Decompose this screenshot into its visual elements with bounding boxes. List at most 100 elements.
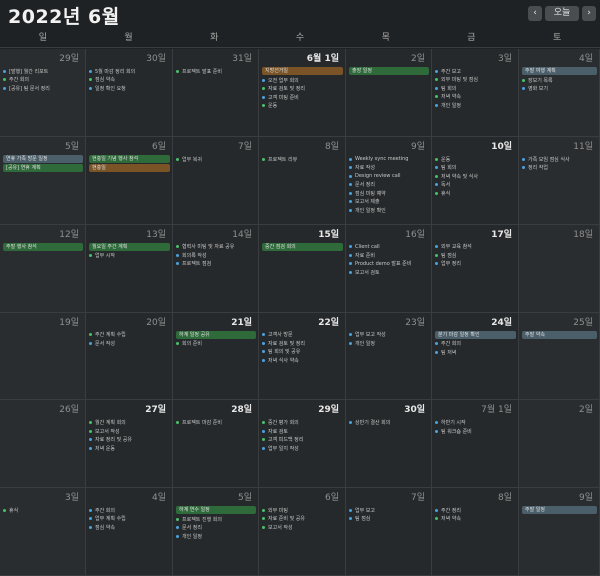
day-cell[interactable]: 15일 중간 점검 회의: [259, 224, 346, 313]
calendar-event[interactable]: 저녁 약속: [435, 515, 516, 524]
calendar-event[interactable]: 주간 회의: [3, 76, 83, 85]
calendar-event[interactable]: 점심 미팅 예약: [349, 189, 429, 198]
day-cell[interactable]: 8일 주간 정리 저녁 약속: [432, 488, 519, 576]
calendar-event[interactable]: 점심 약속: [89, 523, 170, 532]
day-cell[interactable]: 11일 가족 모임 점심 식사 정리 작업: [519, 136, 600, 225]
calendar-event[interactable]: 저녁 운동: [89, 444, 170, 453]
day-cell[interactable]: 8일 프로젝트 리뷰: [259, 136, 346, 225]
calendar-event[interactable]: 월간 계획 회의: [89, 418, 170, 427]
calendar-event[interactable]: 문서 작성: [89, 339, 170, 348]
calendar-event[interactable]: 휴식: [435, 189, 516, 198]
day-cell[interactable]: 5일 하계 연수 일정 프로젝트 진행 회의 문서 정리 개인 일정: [173, 488, 259, 576]
day-cell[interactable]: 2일 출장 일정: [346, 49, 432, 137]
calendar-event[interactable]: 개인 일정: [349, 339, 429, 348]
calendar-event[interactable]: 보고서 작성: [89, 427, 170, 436]
calendar-event[interactable]: 프로젝트 리뷰: [262, 155, 343, 164]
calendar-event[interactable]: 협력사 미팅 및 자료 공유: [176, 243, 256, 252]
calendar-event[interactable]: 팀 회의 및 공유: [262, 348, 343, 357]
day-cell[interactable]: 25일 주말 약속: [519, 312, 600, 401]
calendar-event[interactable]: 외부 교육 참석: [435, 243, 516, 252]
day-cell[interactable]: 6일 외부 미팅 자료 준비 및 공유 보고서 작성: [259, 488, 346, 576]
calendar-event[interactable]: 개인 일정 확인: [349, 206, 429, 215]
calendar-event[interactable]: 팀 워크숍 준비: [435, 427, 516, 436]
day-cell[interactable]: 5일 연휴 가족 방문 일정 [공유] 연휴 계획: [0, 136, 86, 225]
day-cell[interactable]: 9일 Weekly sync meeting 자료 작성 Design review …: [346, 136, 432, 225]
calendar-event[interactable]: 팀 회의: [435, 84, 516, 93]
calendar-event[interactable]: 문서 정리: [176, 524, 256, 533]
day-cell[interactable]: 9일 주말 일정: [519, 488, 600, 576]
day-cell[interactable]: 3일 휴식: [0, 488, 86, 576]
calendar-event[interactable]: 자료 검토: [262, 427, 343, 436]
calendar-event[interactable]: 주간 정리: [435, 506, 516, 515]
calendar-event[interactable]: 팀 점심: [435, 251, 516, 260]
all-day-event[interactable]: 주말 행사 참석: [3, 242, 83, 251]
day-cell[interactable]: 12일 주말 행사 참석: [0, 224, 86, 313]
calendar-event[interactable]: 회의 준비: [176, 340, 256, 349]
calendar-event[interactable]: 문서 정리: [349, 180, 429, 189]
calendar-event[interactable]: 독서: [435, 180, 516, 189]
all-day-event[interactable]: 주말 여행 계획: [522, 67, 597, 75]
day-cell[interactable]: 10일 운동 팀 회의 저녁 약속 및 식사 독서 휴식: [432, 136, 519, 225]
calendar-event[interactable]: 주간 보고: [435, 67, 516, 76]
all-day-event[interactable]: 지방선거일: [262, 67, 343, 75]
calendar-event[interactable]: 자료 정리 및 공유: [89, 435, 170, 444]
calendar-event[interactable]: 업무 계획 수립: [89, 515, 170, 524]
calendar-event[interactable]: 회의록 작성: [176, 251, 256, 260]
calendar-event[interactable]: 외부 미팅 및 점심: [435, 76, 516, 85]
calendar-event[interactable]: 장보기 목록: [522, 76, 597, 85]
day-cell[interactable]: 18일: [519, 224, 600, 313]
calendar-event[interactable]: 프로젝트 마감 준비: [176, 418, 256, 427]
day-cell[interactable]: 29일 중간 평가 회의 자료 검토 고객 피드백 정리 업무 일지 작성: [259, 400, 346, 489]
day-cell[interactable]: 24일 분기 마감 일정 확인 주간 회의 팀 저녁: [432, 312, 519, 401]
today-button[interactable]: 오늘: [545, 6, 579, 21]
calendar-event[interactable]: Design review call: [349, 172, 429, 181]
day-cell[interactable]: 4일 주간 회의 업무 계획 수립 점심 약속: [86, 488, 173, 576]
all-day-event[interactable]: [공유] 연휴 계획: [3, 163, 83, 172]
calendar-event[interactable]: 팀 회의: [435, 163, 516, 172]
calendar-event[interactable]: 주간 회의: [89, 506, 170, 515]
day-cell[interactable]: 4일 주말 여행 계획 장보기 목록 영화 보기: [519, 49, 600, 137]
day-cell[interactable]: 26일: [0, 400, 86, 489]
day-cell[interactable]: 29일 [발행] 월간 리포트 주간 회의 [공유] 팀 문서 정리: [0, 49, 86, 137]
calendar-event[interactable]: 고객 피드백 정리: [262, 435, 343, 444]
calendar-event[interactable]: 가족 모임 점심 식사: [522, 155, 597, 164]
calendar-event[interactable]: 프로젝트 점검: [176, 260, 256, 269]
day-cell[interactable]: 6월 1일 지방선거일 오전 업무 회의 자료 검토 및 정리 고객 미팅 준비 운동: [259, 49, 346, 137]
all-day-event[interactable]: 현충일: [89, 163, 170, 172]
day-cell[interactable]: 28일 프로젝트 마감 준비: [173, 400, 259, 489]
day-cell[interactable]: 13일 월요일 주간 계획 업무 시작: [86, 224, 173, 313]
all-day-event[interactable]: 주말 약속: [522, 330, 597, 339]
calendar-event[interactable]: 점심 약속: [89, 76, 170, 85]
calendar-event[interactable]: [공유] 팀 문서 정리: [3, 84, 83, 93]
calendar-event[interactable]: 팀 점심: [349, 515, 429, 524]
all-day-event[interactable]: 월요일 주간 계획: [89, 242, 170, 251]
previous-month-button[interactable]: ‹: [528, 6, 542, 21]
day-cell[interactable]: 3일 주간 보고 외부 미팅 및 점심 팀 회의 저녁 약속 개인 일정: [432, 49, 519, 137]
calendar-event[interactable]: 업무 보고: [349, 506, 429, 515]
calendar-event[interactable]: [발행] 월간 리포트: [3, 67, 83, 76]
calendar-event[interactable]: 주간 계획 수립: [89, 331, 170, 340]
day-cell[interactable]: 7일 업무 보고 팀 점심: [346, 488, 432, 576]
calendar-event[interactable]: 하반기 시작: [435, 418, 516, 427]
day-cell[interactable]: 7월 1일 하반기 시작 팀 워크숍 준비: [432, 400, 519, 489]
calendar-event[interactable]: 프로젝트 진행 회의: [176, 515, 256, 524]
day-cell[interactable]: 2일: [519, 400, 600, 489]
day-cell[interactable]: 16일 Client call 자료 준비 Product demo 발표 준비 보고서…: [346, 224, 432, 313]
calendar-event[interactable]: 상반기 결산 회의: [349, 418, 429, 427]
calendar-event[interactable]: 주간 회의: [435, 340, 516, 349]
all-day-event[interactable]: 하계 일정 공유: [176, 330, 256, 339]
calendar-event[interactable]: 개인 일정: [435, 101, 516, 110]
calendar-event[interactable]: 자료 검토 및 정리: [262, 339, 343, 348]
all-day-event[interactable]: 하계 연수 일정: [176, 506, 256, 515]
calendar-event[interactable]: Weekly sync meeting: [349, 155, 429, 164]
calendar-event[interactable]: 자료 준비: [349, 251, 429, 260]
calendar-event[interactable]: 업무 보고 작성: [349, 331, 429, 340]
day-cell[interactable]: 14일 협력사 미팅 및 자료 공유 회의록 작성 프로젝트 점검: [173, 224, 259, 313]
calendar-event[interactable]: 업무 정리: [435, 260, 516, 269]
day-cell[interactable]: 7일 업무 복귀: [173, 136, 259, 225]
calendar-event[interactable]: 팀 저녁: [435, 348, 516, 357]
calendar-event[interactable]: 휴식: [3, 506, 83, 515]
all-day-event[interactable]: 현충일 기념 행사 참석: [89, 154, 170, 163]
day-cell[interactable]: 22일 고객사 방문 자료 검토 및 정리 팀 회의 및 공유 저녁 식사 약속: [259, 312, 346, 401]
calendar-event[interactable]: 저녁 식사 약속: [262, 356, 343, 365]
